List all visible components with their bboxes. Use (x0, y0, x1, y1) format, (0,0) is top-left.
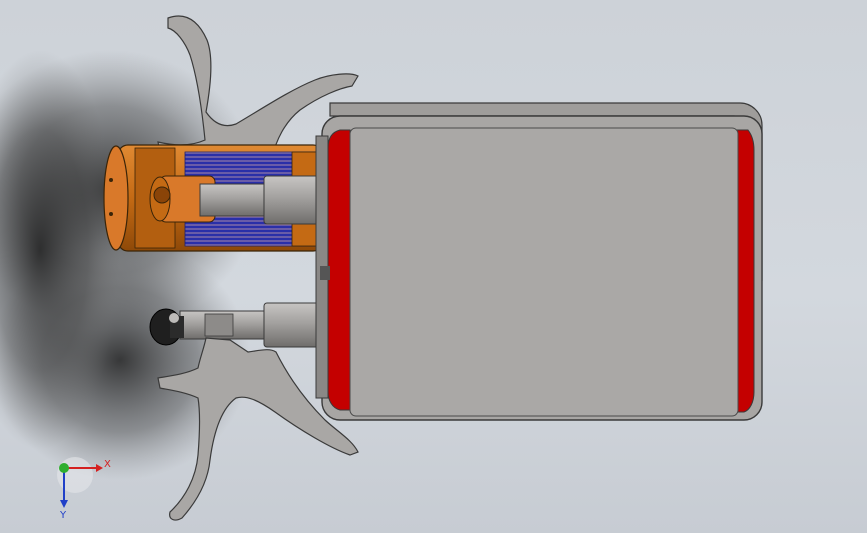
triad-origin (59, 463, 69, 473)
y-axis-label: Y (59, 510, 67, 521)
x-axis-label: X (104, 459, 111, 470)
cad-viewport[interactable]: X Y (0, 0, 867, 533)
capacitor-housing[interactable] (315, 102, 763, 421)
